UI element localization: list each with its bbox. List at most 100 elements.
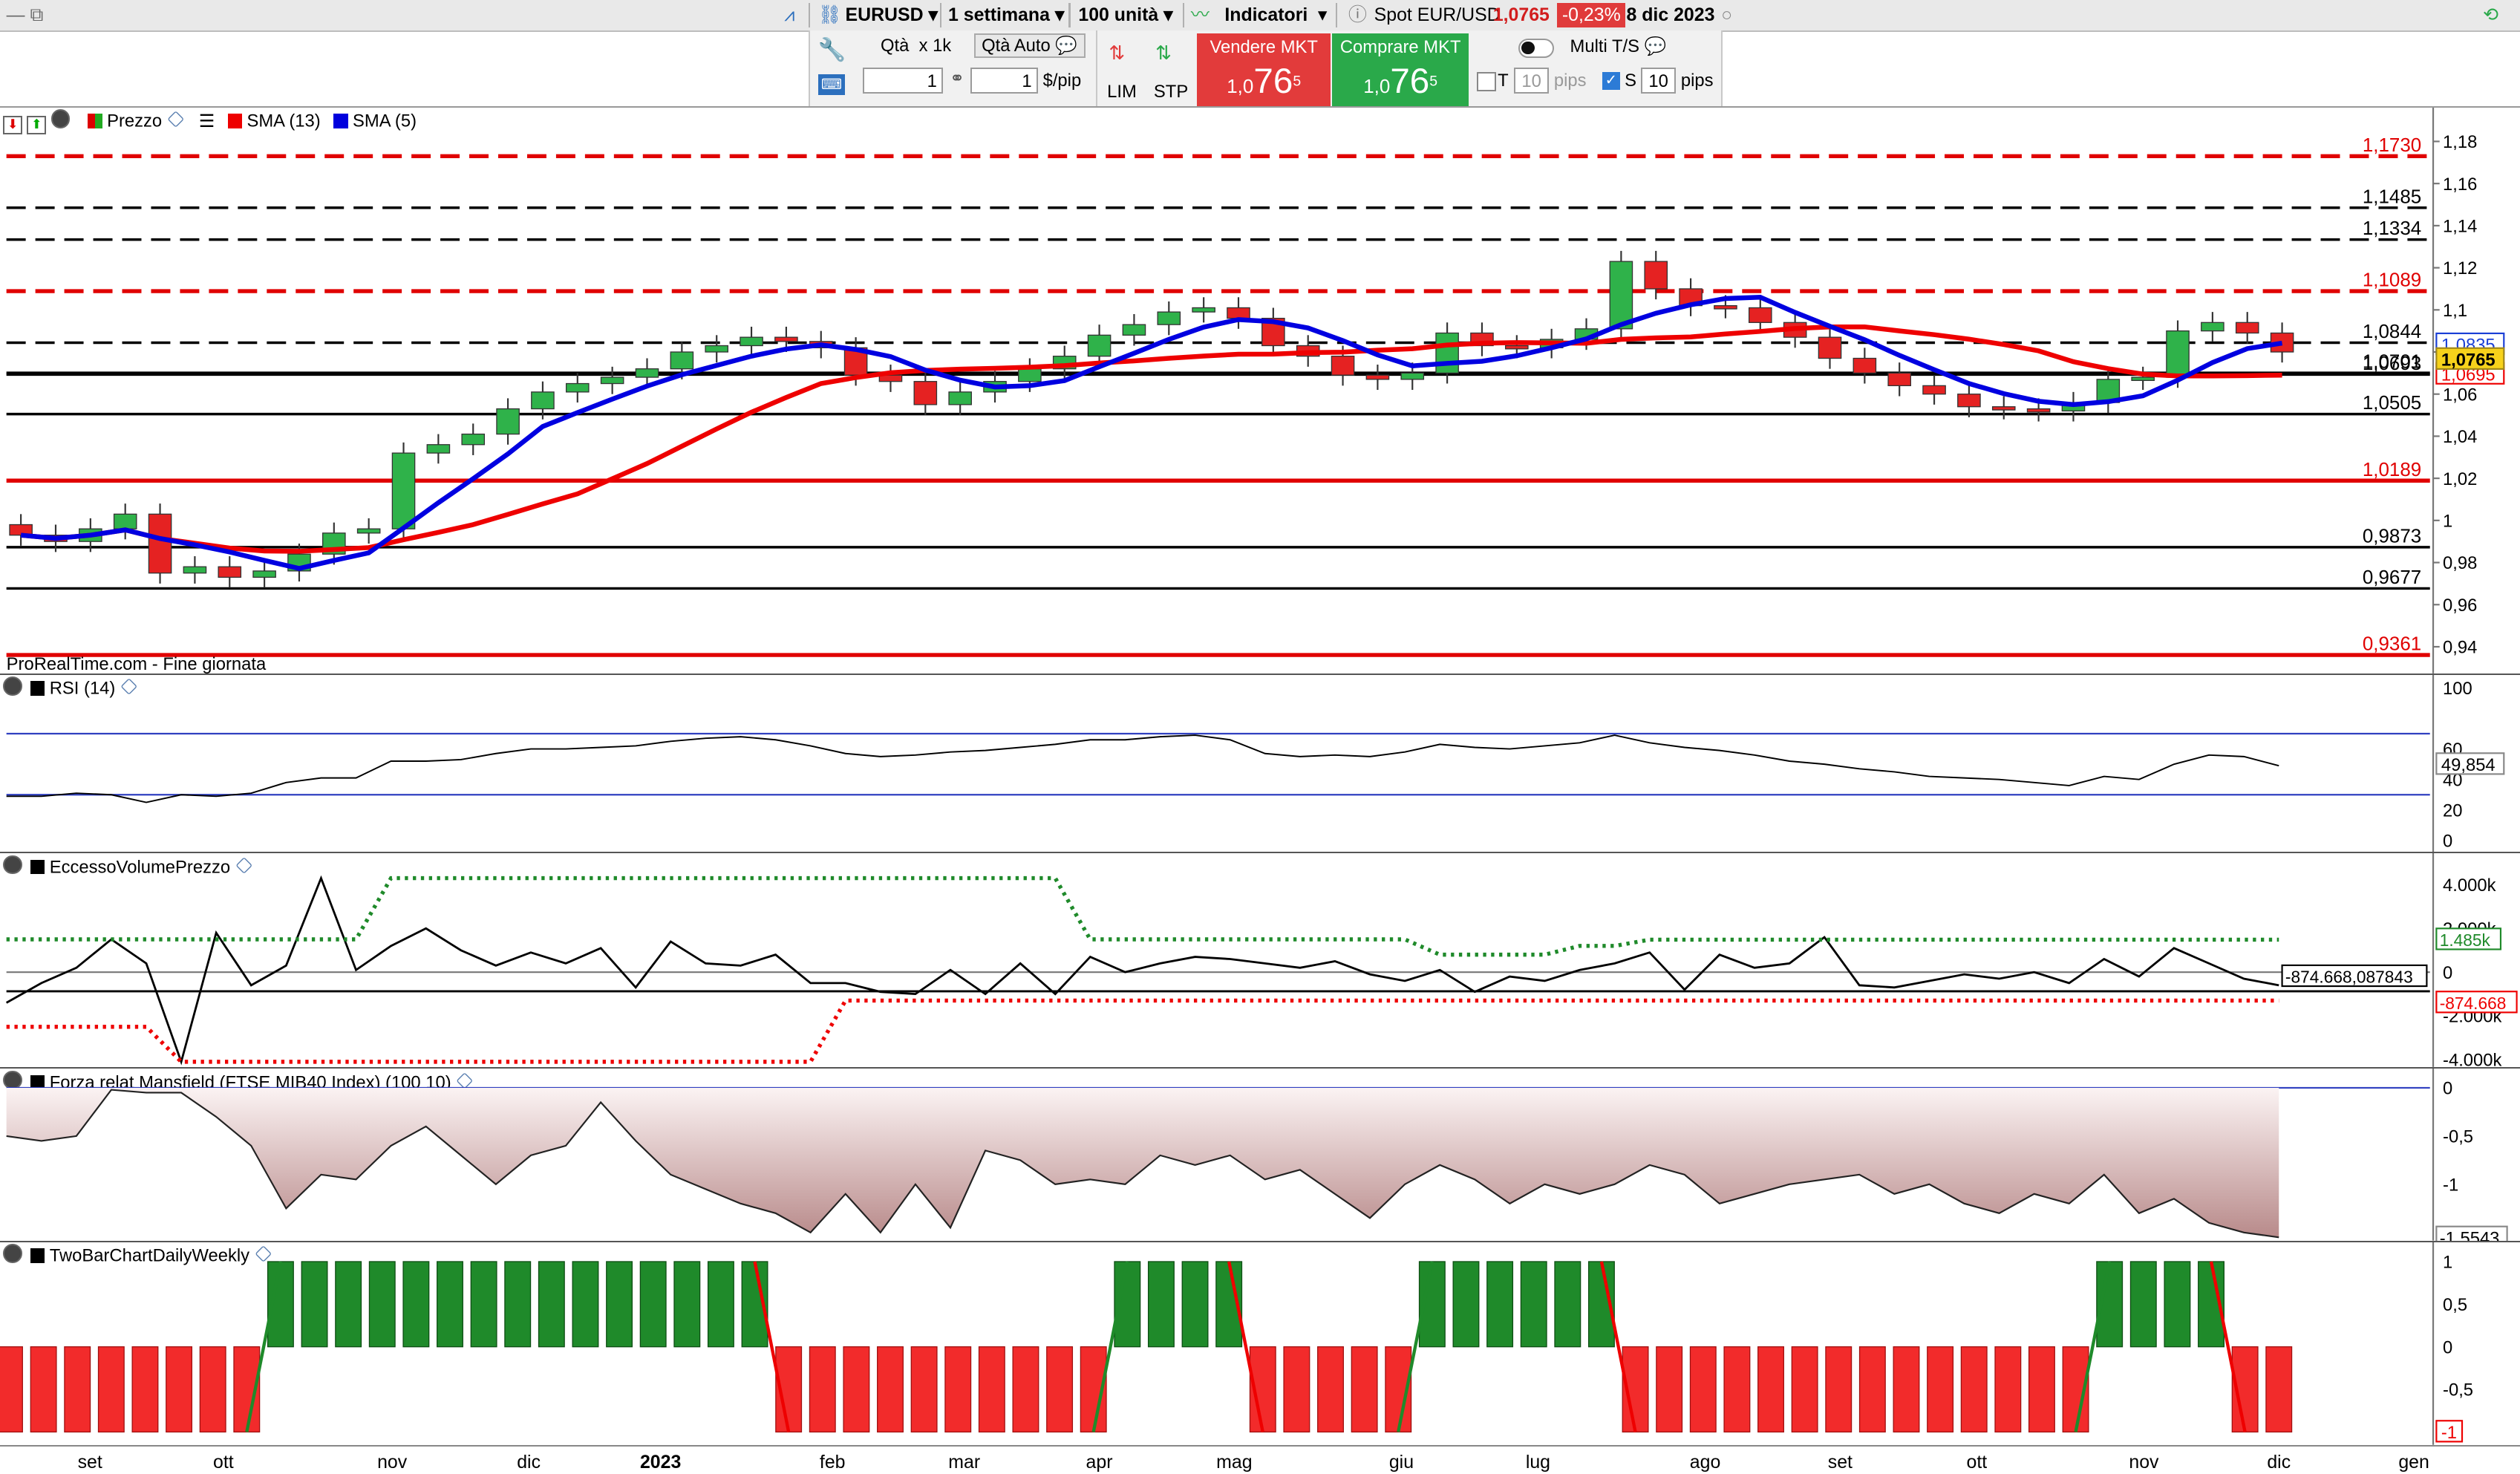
spot-change-badge: -0,23% [1557,3,1626,27]
symbol-selector[interactable]: EURUSD ▾ [846,0,938,30]
evp-upper-dotted [6,876,2279,957]
evp-lower-dotted [6,999,2279,1064]
candle [1991,406,2016,411]
signal-bar [1351,1346,1378,1433]
x-tick-label: mag [1216,1451,1253,1473]
signal-bar [707,1261,734,1348]
level-label: 1,0189 [2363,458,2421,480]
candle [2131,376,2155,382]
y-tick-label: 0 [2443,1338,2452,1358]
y-tick-label: 1,14 [2443,217,2477,237]
y-tick-label: 0 [2443,832,2452,852]
t-unit: pips [1553,71,1587,91]
y-tick-label: 0,94 [2443,638,2477,658]
t-checkbox[interactable] [1477,72,1496,92]
signal-bar [64,1346,91,1433]
signal-bar [1283,1346,1310,1433]
s-input[interactable]: 10 [1640,67,1677,94]
divider [940,3,942,27]
candle [1853,357,1877,374]
candle [913,381,938,405]
level-label: 0,9677 [2363,566,2421,588]
x-tick-label: mar [948,1451,981,1473]
x-tick-label: ott [213,1451,234,1473]
candle [1887,372,1912,387]
signal-bar [1858,1346,1886,1433]
signal-bar [673,1261,701,1348]
qty-label: Qtà x 1k [880,35,952,56]
buy-market-button[interactable]: Comprare MKT 1,0765 [1332,33,1469,106]
buy-label: Comprare MKT [1339,36,1461,57]
candle [391,452,416,529]
signal-bar [1656,1346,1683,1433]
candle [1018,368,1042,382]
units-selector[interactable]: 100 unità ▾ [1078,0,1172,30]
indicators-icon[interactable]: 〰 [1191,0,1210,30]
link-icon[interactable]: ⛓ [818,0,842,30]
signal-bar [1520,1261,1547,1348]
y-tick-label: 0,5 [2443,1295,2467,1315]
t-label: T [1498,71,1509,91]
candle [426,444,451,454]
candle [1505,345,1529,350]
sell-label: Vendere MKT [1210,36,1318,57]
price-tag: 1,0765 [2441,350,2495,371]
evp-line [5,875,2279,1066]
signal-bar [368,1261,396,1348]
y-tick-label: 0,98 [2443,553,2477,573]
wrench-icon[interactable]: 🔧 [818,37,846,63]
level-label: 1,0844 [2363,320,2421,342]
t-input[interactable]: 10 [1513,67,1550,94]
indicators-dropdown[interactable]: ▾ [1318,0,1328,30]
signal-bar [843,1346,870,1433]
limit-label[interactable]: LIM [1107,82,1137,102]
qty-input[interactable]: 1 [863,67,944,94]
window-icon[interactable]: — ⧉ [7,0,44,30]
multi-ts-toggle[interactable] [1518,38,1554,58]
stop-label[interactable]: STP [1154,82,1188,102]
evp-mid-tag: -874.668,087843 [2285,968,2413,987]
sync-icon[interactable]: ⟲ [2483,0,2498,30]
y-tick-label: 1,1 [2443,301,2467,321]
twobar-chart[interactable]: 1 0,5 0 -0,5 -1 [0,1242,2520,1445]
s-unit: pips [1680,71,1714,91]
candle [218,566,242,578]
candle [1400,372,1425,380]
link-qty-icon[interactable]: ⚭ [950,68,964,89]
evp-top-tag: 1.485k [2440,930,2491,950]
sell-market-button[interactable]: Vendere MKT 1,0765 [1197,33,1331,106]
evp-chart[interactable]: 4.000k2.000k0-2.000k-4.000k1.485k-874.66… [0,853,2520,1068]
x-tick-label: ott [1966,1451,1988,1473]
level-label: 0,9361 [2363,633,2421,655]
x-tick-label: giu [1388,1451,1414,1473]
signal-bar [1757,1346,1784,1433]
signal-bar [301,1261,328,1348]
info-icon[interactable]: ⓘ [1348,0,1367,30]
indicators-button[interactable]: Indicatori [1224,0,1308,30]
signal-bar [1723,1346,1751,1433]
rsi-chart[interactable]: 100604020049,854 [0,675,2520,852]
signal-bar [1994,1346,2022,1433]
s-checkbox[interactable]: ✓ [1602,72,1620,91]
signal-bar [1791,1346,1818,1433]
signal-bar [572,1261,599,1348]
signal-bar [1046,1346,1074,1433]
limit-order-icon[interactable]: ⇅ [1109,42,1125,65]
candle [774,336,798,342]
pip-value-input[interactable]: 1 [970,67,1039,94]
stop-order-icon[interactable]: ⇅ [1155,42,1172,65]
signal-bar [1452,1261,1480,1348]
signal-bar [131,1346,159,1433]
x-tick-label: gen [2398,1451,2429,1473]
price-chart[interactable]: 1,181,161,141,121,11,081,061,041,0210,98… [0,108,2520,674]
candle [148,513,172,574]
mansfield-chart[interactable]: 0 -0,5 -1 -1,5543 [0,1069,2520,1241]
pip-unit-label: $/pip [1042,71,1082,91]
multi-ts-label: Multi T/S 💬 [1570,36,1667,56]
signal-bar [910,1346,938,1433]
signal-bar [1927,1346,1954,1433]
chart-type-icon[interactable]: ⩘ [784,0,794,30]
qty-auto-button[interactable]: Qtà Auto 💬 [973,33,1086,59]
keyboard-icon[interactable]: ⌨ [817,74,846,95]
timeframe-selector[interactable]: 1 settimana ▾ [948,0,1064,30]
